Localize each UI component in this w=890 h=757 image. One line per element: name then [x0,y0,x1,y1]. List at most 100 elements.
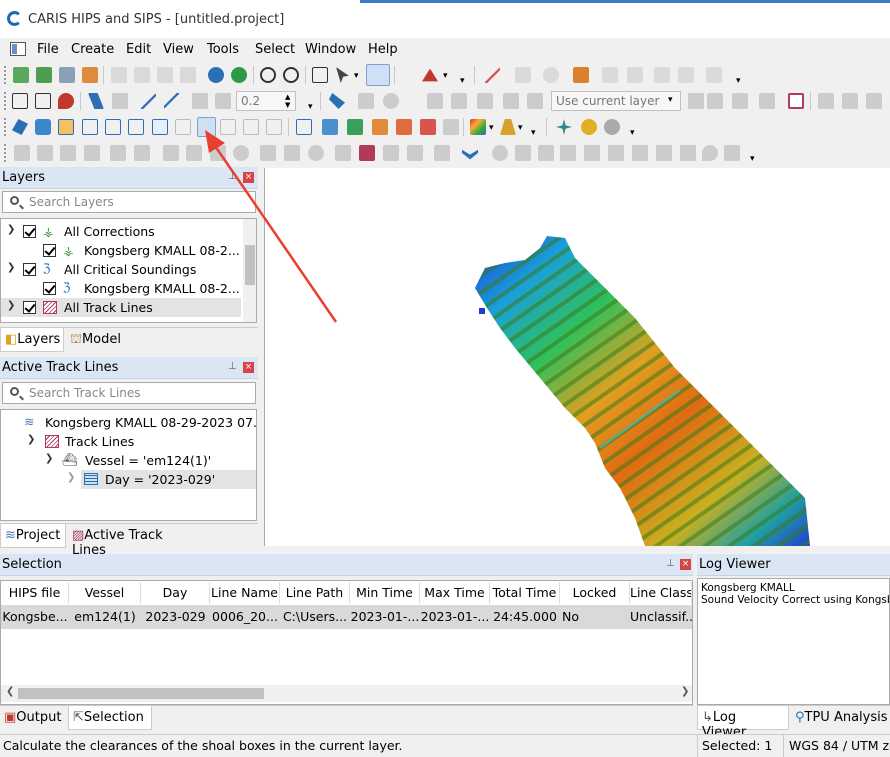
globe-icon[interactable] [208,67,224,83]
menu-view[interactable]: View [163,42,194,57]
save-icon[interactable] [111,67,127,83]
tree-row[interactable]: ❯ ⛴ Vessel = 'em124(1)' [1,451,256,470]
menu-help[interactable]: Help [368,42,398,57]
pan-hand-icon[interactable] [366,64,390,86]
copy-icon[interactable] [134,67,150,83]
checkbox[interactable] [23,301,36,314]
select-area-icon[interactable] [35,93,51,109]
column-header[interactable]: Total Time [490,582,560,604]
pencil-icon[interactable] [152,119,168,135]
menu-tools[interactable]: Tools [207,42,239,57]
column-header[interactable]: Line Name [210,582,280,604]
window-icon[interactable] [58,119,74,135]
disabled-tool-icon [492,145,508,161]
measure-icon[interactable] [484,67,500,83]
tab-model[interactable]: ⛫Model [66,328,136,352]
menu-select[interactable]: Select [255,42,295,57]
close-icon[interactable]: × [243,362,254,373]
surface-remove-icon[interactable] [420,119,436,135]
refresh-g-icon[interactable] [231,67,247,83]
checkbox[interactable] [43,282,56,295]
line-tool-icon[interactable] [140,93,156,109]
table-cell: 0006_20... [212,609,278,624]
tab-output[interactable]: ▣Output [0,706,66,730]
column-header[interactable]: Vessel [69,582,141,604]
color-map-icon[interactable] [470,119,486,135]
redo-icon[interactable] [180,67,196,83]
new-project-icon[interactable] [13,67,29,83]
tree-row[interactable]: ≋ Kongsberg KMALL 08-29-2023 07... [1,413,256,432]
zoom-out-icon[interactable] [283,67,299,83]
pin-icon[interactable]: ⊥ [666,558,675,569]
column-header[interactable]: Day [141,582,210,604]
scroll-left-icon[interactable]: ❮ [6,686,14,697]
tab-project[interactable]: ≋Project [0,524,66,548]
disabled-tool-icon [724,145,740,161]
menu-create[interactable]: Create [71,42,114,57]
tab-tpu-analysis[interactable]: ⚲TPU Analysis [791,706,890,730]
select-box-icon[interactable] [12,93,28,109]
surface-add-icon[interactable] [396,119,412,135]
paint-icon[interactable] [329,93,345,109]
column-header[interactable]: Min Time [350,582,420,604]
search-track-lines-input[interactable]: Search Track Lines [2,382,256,404]
filter-icon[interactable] [788,93,804,109]
star-icon[interactable] [128,119,144,135]
tab-layers[interactable]: ◧Layers [0,328,64,352]
menu-file[interactable]: File [37,42,59,57]
toolbar-grip[interactable] [4,66,7,84]
open-project-icon[interactable] [36,67,52,83]
tree-row[interactable]: ❯ Track Lines [1,432,256,451]
tab-selection[interactable]: ⇱Selection [68,706,152,730]
attach-icon[interactable] [59,67,75,83]
terrain-icon[interactable] [422,68,438,82]
swath-icon[interactable] [105,119,121,135]
search-icon [10,387,19,396]
close-icon[interactable]: × [680,559,691,570]
lock-icon [527,93,543,109]
horizontal-scrollbar[interactable]: ❮ ❯ [1,685,692,702]
tree-row-selected[interactable]: ❯ Day = '2023-029' [67,470,256,489]
column-header[interactable]: Line Class [630,582,692,604]
target-icon[interactable] [581,119,597,135]
column-header[interactable]: HIPS file [1,582,69,604]
wave-icon[interactable] [82,119,98,135]
document-menu-icon[interactable] [10,42,26,56]
flask-icon[interactable] [500,119,516,135]
menu-edit[interactable]: Edit [126,42,151,57]
table-cell: Kongsbe... [2,609,68,624]
scrollbar-thumb[interactable] [18,688,264,699]
select-pointer-icon[interactable] [336,67,349,83]
tab-active-track-lines[interactable]: ▨Active Track Lines [68,524,200,558]
checkbox[interactable] [43,244,56,257]
column-header[interactable]: Line Path [280,582,350,604]
surface-edit-icon[interactable] [372,119,388,135]
zoom-in-icon[interactable] [260,67,276,83]
menu-window[interactable]: Window [305,42,356,57]
chevron-tool-icon[interactable] [462,149,478,160]
pin-icon[interactable]: ⊥ [228,361,237,372]
disabled-tool-icon [818,93,834,109]
flag-icon[interactable] [359,145,375,161]
column-header[interactable]: Locked [560,582,630,604]
pick-tool-icon[interactable] [88,93,104,109]
slope-tool-icon[interactable] [164,93,180,109]
disabled-tool-icon [215,93,231,109]
eraser-icon[interactable] [12,119,28,135]
zoom-box-icon[interactable] [312,67,328,83]
disabled-tool-icon [434,145,450,161]
lasso-icon[interactable] [58,93,74,109]
column-header[interactable]: Max Time [420,582,490,604]
checkbox[interactable] [23,225,36,238]
layer-select-dropdown[interactable]: Use current layer [551,91,681,111]
map-view[interactable] [264,168,890,546]
profile-icon[interactable] [35,119,51,135]
boat-icon[interactable] [573,67,589,83]
checkbox[interactable] [23,263,36,276]
tab-log-viewer[interactable]: ↳Log Viewer [697,706,789,740]
scroll-right-icon[interactable]: ❯ [681,686,689,697]
compass-icon[interactable] [556,119,572,135]
surface-icon[interactable] [347,119,363,135]
import-icon[interactable] [82,67,98,83]
undo-icon[interactable] [157,67,173,83]
